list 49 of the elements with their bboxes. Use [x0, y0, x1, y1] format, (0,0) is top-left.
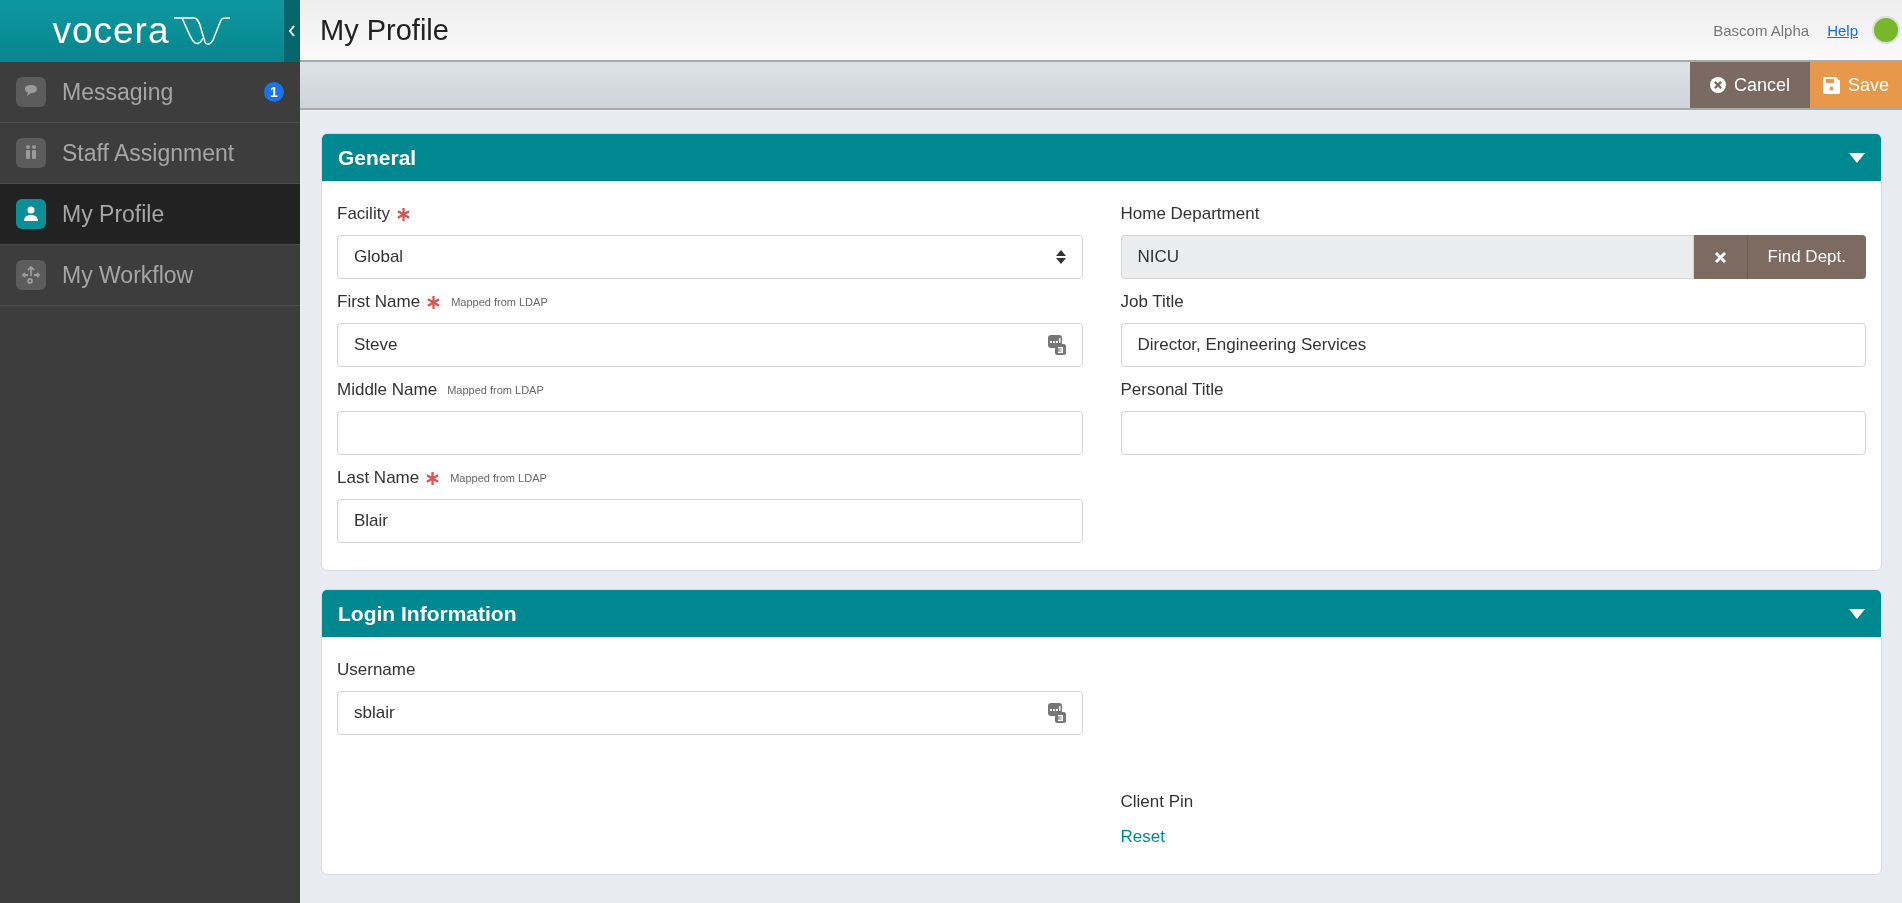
two-people-icon [16, 138, 46, 168]
reset-link[interactable]: Reset [1120, 827, 1165, 847]
find-dept-button[interactable]: Find Dept. [1747, 235, 1866, 279]
sidebar-item[interactable]: Messaging 1 [0, 62, 300, 123]
flow-arrows-icon [16, 260, 46, 290]
department-field[interactable]: NICU [1120, 235, 1694, 279]
panel-header[interactable]: Login Information [322, 590, 1881, 637]
text-field[interactable]: Director, Engineering Services [1120, 323, 1866, 367]
logo-text: vocera [52, 10, 170, 52]
chevron-left-icon [288, 25, 296, 37]
field-label: First Name [337, 292, 421, 312]
clear-button[interactable] [1693, 235, 1748, 279]
help-link[interactable]: Help [1827, 21, 1858, 39]
facility-select[interactable]: Global [337, 235, 1083, 279]
close-circle-icon [1710, 76, 1726, 94]
sidebar-item[interactable]: My Workflow [0, 245, 300, 306]
text-field[interactable]: sblair [337, 691, 1083, 735]
panel-title: Login Information [338, 601, 517, 626]
field-note: Mapped from LDAP [451, 296, 548, 308]
caret-down-icon [1849, 152, 1865, 163]
panel-title: General [338, 145, 417, 170]
field-label: Username [337, 660, 416, 680]
logo-mark-icon [171, 16, 232, 46]
page-title: My Profile [320, 13, 450, 47]
count-badge: 1 [264, 82, 284, 102]
close-icon [1713, 250, 1727, 264]
sort-arrows-icon [1055, 250, 1066, 264]
field-label: Personal Title [1120, 380, 1224, 400]
field-label: Client Pin [1120, 792, 1194, 812]
field-label: Home Department [1120, 204, 1260, 224]
cancel-button[interactable]: Cancel [1690, 62, 1810, 108]
field-label: Middle Name [337, 380, 438, 400]
field-label: Facility [337, 204, 390, 224]
field-note: Mapped from LDAP [450, 472, 547, 484]
person-icon [16, 199, 46, 229]
text-field[interactable]: Steve [337, 323, 1083, 367]
panel-header[interactable]: General [322, 134, 1881, 181]
collapse-button[interactable] [284, 0, 300, 62]
text-field[interactable] [1120, 411, 1866, 455]
chat-bubble-icon [16, 77, 46, 107]
status-dot [1872, 16, 1900, 44]
text-field[interactable]: Blair [337, 499, 1083, 543]
field-label: Last Name [337, 468, 420, 488]
caret-down-icon [1849, 608, 1865, 619]
sidebar-item[interactable]: My Profile [0, 184, 300, 245]
user-name: Bascom Alpha [1713, 21, 1810, 39]
text-field[interactable] [337, 411, 1083, 455]
field-label: Job Title [1120, 292, 1184, 312]
field-note: Mapped from LDAP [447, 384, 544, 396]
